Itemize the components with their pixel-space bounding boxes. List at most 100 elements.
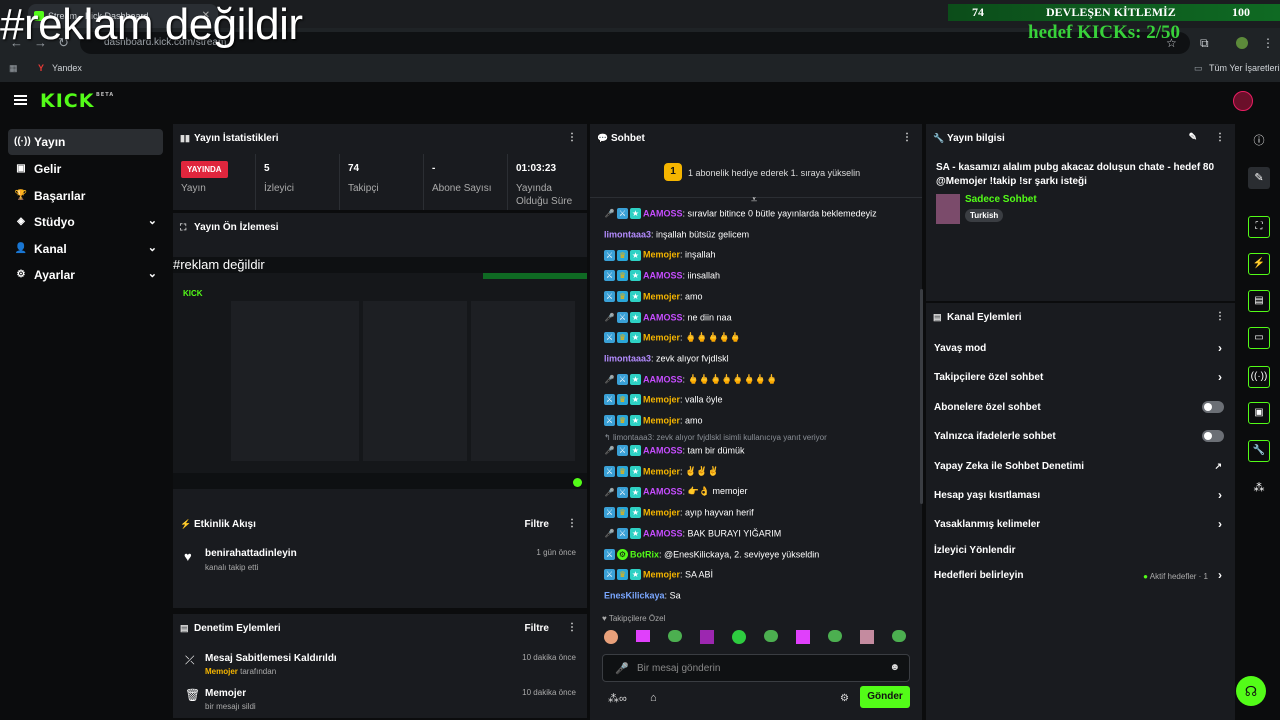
chat-message[interactable]: 🎤 ⚔ ★ AAMOSS: BAK BURAYI YIĞARIM xyxy=(604,527,781,542)
sidebar-item-kanal[interactable]: 👤 Kanal ⌄ xyxy=(8,236,163,262)
emote-icon[interactable] xyxy=(668,630,682,642)
kicks-icon[interactable]: ⁂∞ xyxy=(608,692,627,705)
chat-message[interactable]: 🎤 ⚔ ★ AAMOSS: 👉👌 memojer xyxy=(604,486,747,500)
emote-icon[interactable] xyxy=(732,630,746,644)
chat-message[interactable]: ⚔ ♛ ★ Memojer: valla öyle xyxy=(604,394,723,408)
chat-username[interactable]: Memojer xyxy=(643,333,680,343)
chat-username[interactable]: AAMOSS xyxy=(643,528,683,538)
gift-promo[interactable]: 1 1 abonelik hediye ederek 1. sıraya yük… xyxy=(590,154,922,198)
kebab-menu-icon[interactable]: ⋮ xyxy=(1215,132,1225,143)
emote-icon[interactable] xyxy=(700,630,714,644)
chat-message[interactable]: 🎤 ⚔ ★ AAMOSS: 🖕🖕🖕🖕🖕🖕🖕🖕 xyxy=(604,373,777,388)
filter-button[interactable]: Filtre xyxy=(525,519,549,530)
chat-message[interactable]: ⚔ ⚙ BotRix: @EnesKilickaya, 2. seviyeye yü… xyxy=(604,548,819,563)
chat-message[interactable]: ⚔ ♛ ★ Memojer: SA ABİ xyxy=(604,569,713,583)
chat-message[interactable]: EnesKilickaya: Sa xyxy=(604,590,681,604)
apps-icon[interactable]: ⁂ xyxy=(1248,477,1270,499)
filter-button[interactable]: Filtre xyxy=(525,623,549,634)
kebab-menu-icon[interactable]: ⋮ xyxy=(567,132,577,143)
stream-preview-video[interactable]: KICK #reklam değildir xyxy=(173,257,587,489)
emotes-only-toggle[interactable] xyxy=(1202,430,1224,442)
kick-logo[interactable]: KICK BETA xyxy=(40,90,113,112)
document-toggle-icon[interactable]: ▤ xyxy=(1248,290,1270,312)
edit-pencil-icon[interactable]: ✎ xyxy=(1189,132,1197,143)
preview-toggle-icon[interactable]: ⛶ xyxy=(1248,216,1270,238)
action-goals[interactable]: Hedefleri belirleyin ● Aktif hedefler · … xyxy=(934,567,1234,587)
bookmark-yandex[interactable]: Yandex xyxy=(52,63,82,73)
action-account-age[interactable]: Hesap yaşı kısıtlaması › xyxy=(934,487,1234,507)
chat-username[interactable]: BotRix xyxy=(630,549,659,559)
broadcast-toggle-icon[interactable]: ((·)) xyxy=(1248,366,1270,388)
chat-toggle-icon[interactable]: ▭ xyxy=(1248,327,1270,349)
subscribers-only-toggle[interactable] xyxy=(1202,401,1224,413)
kebab-menu-icon[interactable]: ⋮ xyxy=(902,132,912,143)
action-ai-moderation[interactable]: Yapay Zeka ile Sohbet Denetimi ↗ xyxy=(934,458,1234,478)
bookmark-all[interactable]: Tüm Yer İşaretleri xyxy=(1209,63,1280,73)
chat-message[interactable]: ⚔ ♛ ★ Memojer: inşallah xyxy=(604,249,716,263)
chat-username[interactable]: Memojer xyxy=(643,570,680,580)
sidebar-item-ayarlar[interactable]: ⚙ Ayarlar ⌄ xyxy=(8,262,163,288)
user-avatar[interactable] xyxy=(1233,91,1253,111)
chat-scrollbar[interactable] xyxy=(920,289,923,504)
chat-message[interactable]: ⚔ ♛ ★ Memojer: amo xyxy=(604,415,703,429)
chat-username[interactable]: AAMOSS xyxy=(643,487,683,497)
menu-icon[interactable] xyxy=(14,95,27,105)
chat-message[interactable]: ⚔ ♛ ★ Memojer: 🖕🖕🖕🖕🖕 xyxy=(604,332,741,346)
emote-icon[interactable] xyxy=(828,630,842,642)
emote-icon[interactable] xyxy=(604,630,618,644)
chat-message[interactable]: 🎤 ⚔ ★ AAMOSS: ne diin naa xyxy=(604,311,732,326)
emote-icon[interactable] xyxy=(636,630,650,642)
emote-icon[interactable] xyxy=(764,630,778,642)
edit-icon[interactable]: ✎ xyxy=(1248,167,1270,189)
chat-message[interactable]: limontaaa3: inşallah bütsüz gelicem xyxy=(604,229,749,243)
chat-username[interactable]: AAMOSS xyxy=(643,271,683,281)
chat-username[interactable]: AAMOSS xyxy=(643,209,683,219)
info-icon[interactable]: ⓘ xyxy=(1248,130,1270,152)
chat-message[interactable]: ⚔ ♛ ★ Memojer: ✌✌✌ xyxy=(604,465,719,480)
chat-message[interactable]: 🎤 ⚔ ★ AAMOSS: tam bir dümük xyxy=(604,445,745,459)
chat-username[interactable]: EnesKilickaya xyxy=(604,591,665,601)
category-name[interactable]: Sadece Sohbet xyxy=(965,194,1037,205)
lightning-toggle-icon[interactable]: ⚡ xyxy=(1248,253,1270,275)
chat-message[interactable]: ⚔ ♛ ★ Memojer: ayıp hayvan herif xyxy=(604,507,754,521)
activity-user[interactable]: benirahattadinleyin xyxy=(205,548,297,559)
chat-message[interactable]: 🎤 ⚔ ★ AAMOSS: sıravlar bitince 0 bütle yayı… xyxy=(604,208,877,222)
chat-username[interactable]: AAMOSS xyxy=(643,312,683,322)
pin-collapse-icon[interactable]: ⩡ xyxy=(751,194,757,207)
chat-message[interactable]: limontaaa3: zevk alıyor fvjdlskl xyxy=(604,353,729,367)
emoji-icon[interactable]: ☻ xyxy=(889,662,900,673)
action-banned-words[interactable]: Yasaklanmış kelimeler › xyxy=(934,516,1234,536)
chat-username[interactable]: Memojer xyxy=(643,416,680,426)
profile-icon[interactable] xyxy=(1236,37,1248,49)
emote-icon[interactable] xyxy=(892,630,906,642)
chat-username[interactable]: limontaaa3 xyxy=(604,354,651,364)
emote-icon[interactable] xyxy=(860,630,874,644)
chat-settings-gear-icon[interactable]: ⚙ xyxy=(840,693,849,704)
kebab-menu-icon[interactable]: ⋮ xyxy=(1215,311,1225,322)
kebab-menu-icon[interactable]: ⋮ xyxy=(567,622,577,633)
store-icon[interactable]: ⌂ xyxy=(650,692,657,704)
wrench-toggle-icon[interactable]: 🔧 xyxy=(1248,440,1270,462)
kebab-menu-icon[interactable]: ⋮ xyxy=(567,518,577,529)
support-headset-icon[interactable]: ☊ xyxy=(1236,676,1266,706)
chat-input[interactable]: 🎤 Bir mesaj gönderin ☻ xyxy=(602,654,910,682)
chat-message[interactable]: ⚔ ♛ ★ AAMOSS: iinsallah xyxy=(604,270,720,284)
chat-message[interactable]: ⚔ ♛ ★ Memojer: amo xyxy=(604,290,703,305)
sidebar-item-yayin[interactable]: ((·)) Yayın xyxy=(8,129,163,155)
sidebar-item-studyo[interactable]: ◈ Stüdyo ⌄ xyxy=(8,209,163,235)
browser-menu-icon[interactable]: ⋮ xyxy=(1262,36,1274,50)
sidebar-item-gelir[interactable]: ▣ Gelir xyxy=(8,156,163,182)
chat-username[interactable]: AAMOSS xyxy=(643,446,683,456)
action-followers-only[interactable]: Takipçilere özel sohbet › xyxy=(934,369,1234,389)
sidebar-item-basarilar[interactable]: 🏆 Başarılar xyxy=(8,183,163,209)
chat-username[interactable]: limontaaa3 xyxy=(604,229,651,239)
action-raid[interactable]: İzleyici Yönlendir xyxy=(934,542,1234,562)
extensions-icon[interactable]: ⧉ xyxy=(1200,36,1209,51)
chat-username[interactable]: Memojer xyxy=(643,508,680,518)
layout-toggle-icon[interactable]: ▣ xyxy=(1248,402,1270,424)
apps-grid-icon[interactable]: ▦ xyxy=(9,63,18,74)
send-button[interactable]: Gönder xyxy=(860,686,910,708)
chat-username[interactable]: AAMOSS xyxy=(643,374,683,384)
chat-username[interactable]: Memojer xyxy=(643,395,680,405)
emote-icon[interactable] xyxy=(796,630,810,644)
